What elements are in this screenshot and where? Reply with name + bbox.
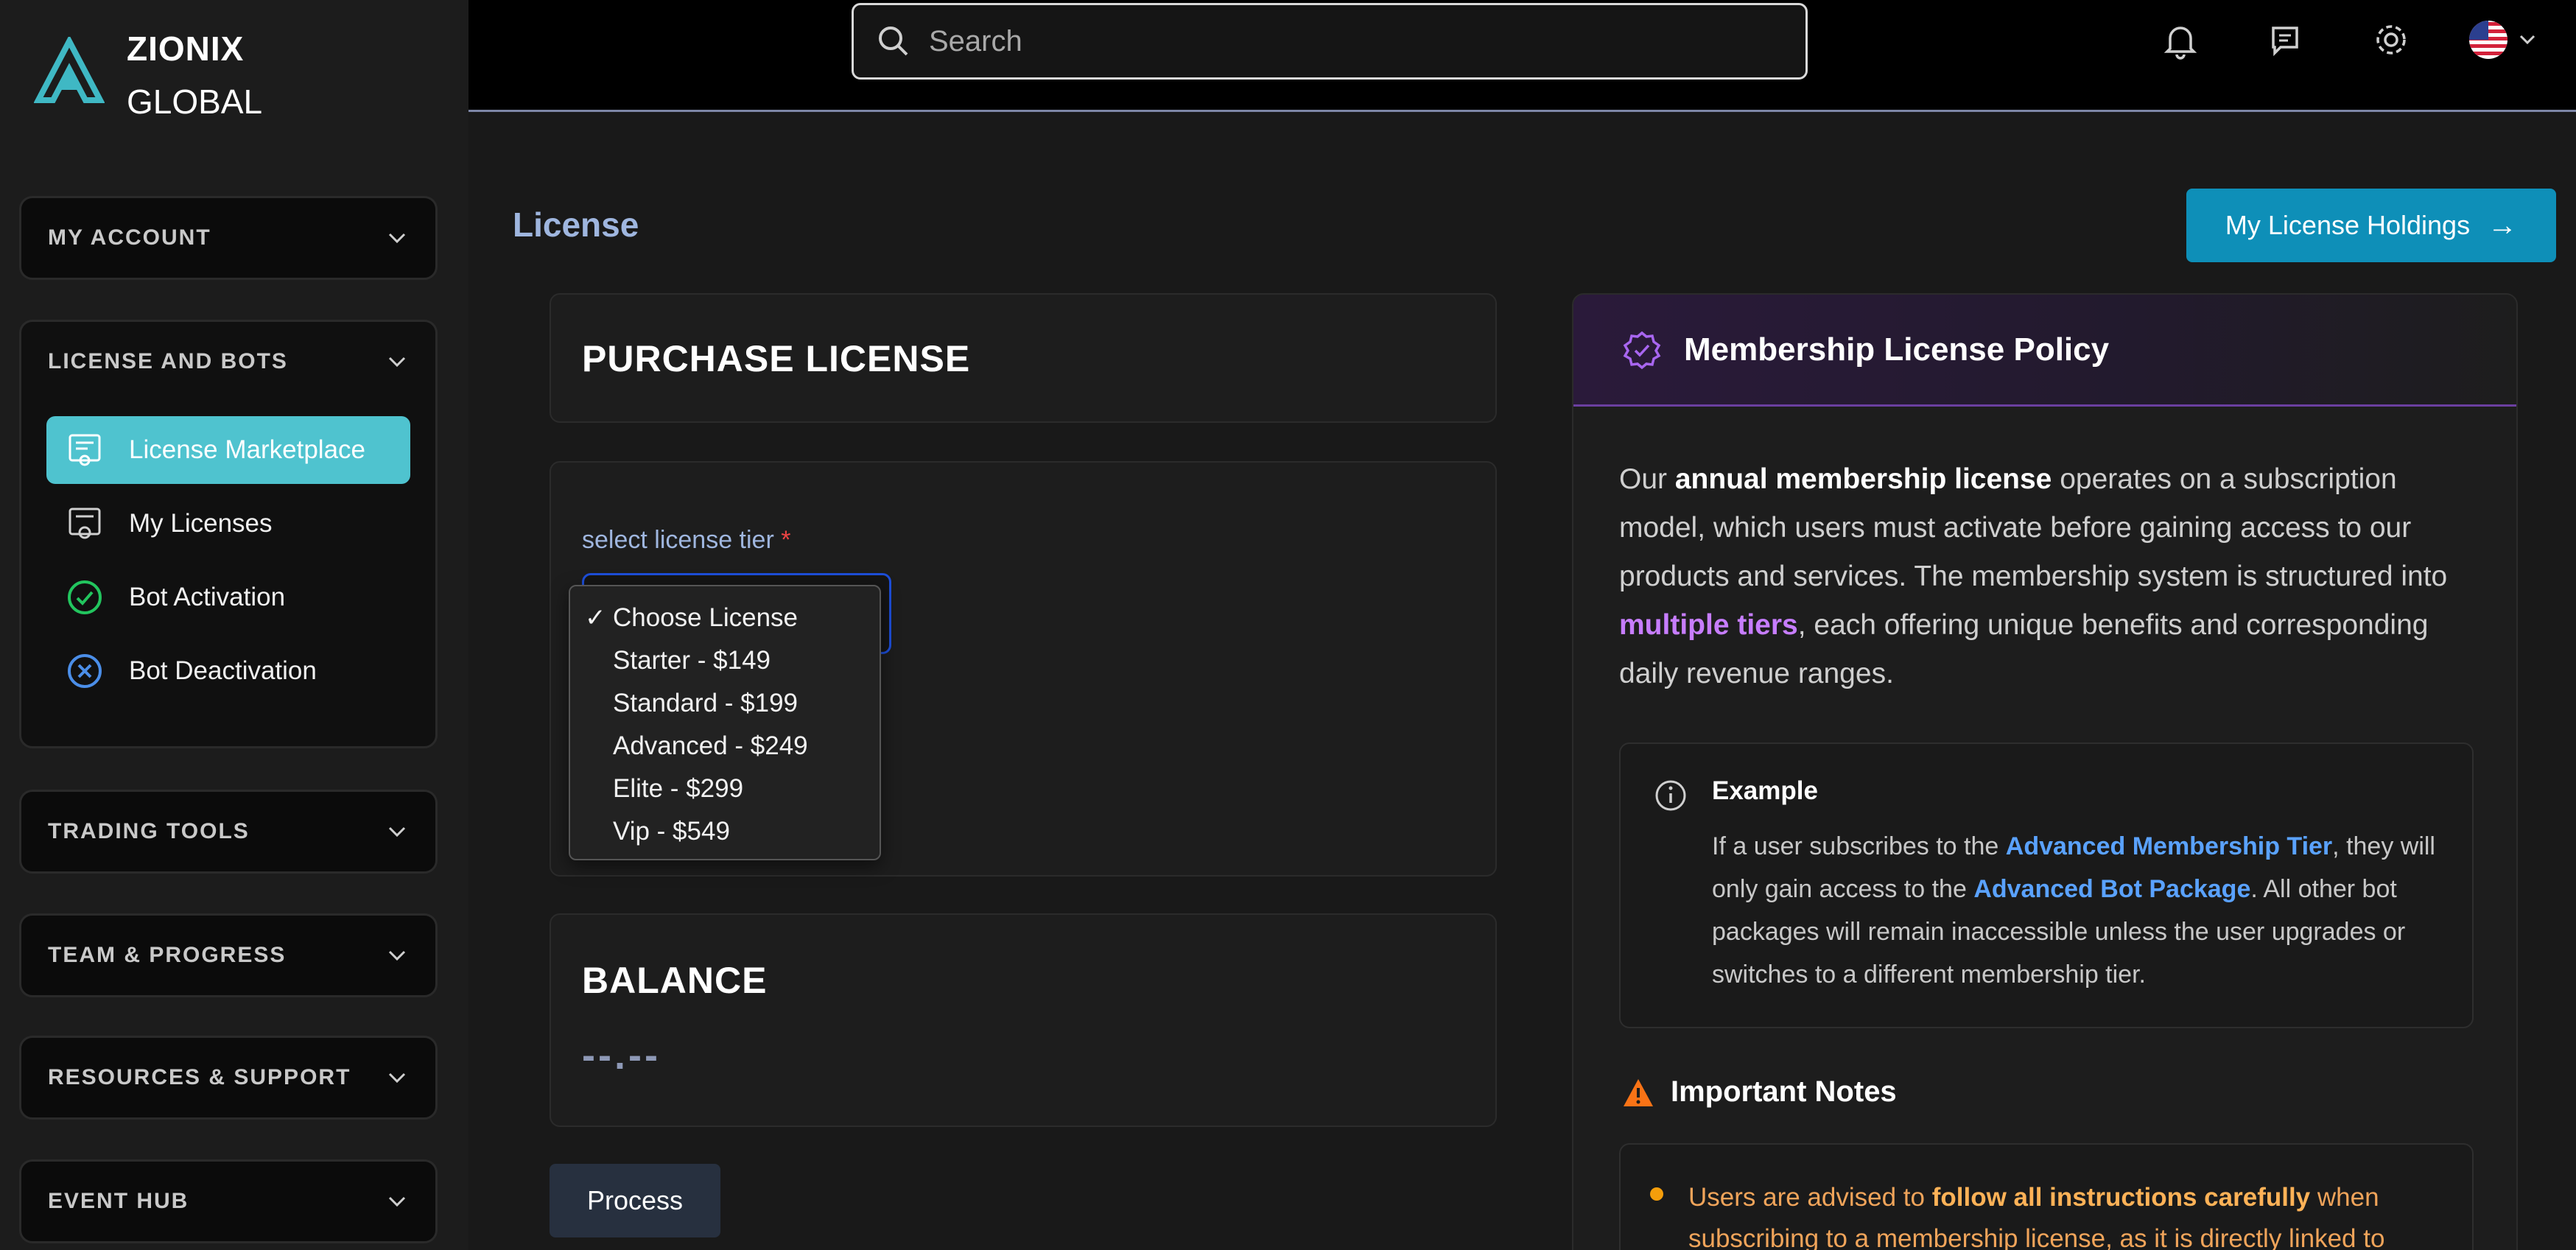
- section-header[interactable]: LICENSE AND BOTS: [21, 322, 435, 401]
- page-title: License: [513, 206, 639, 244]
- check-icon: ✓: [585, 604, 606, 632]
- dropdown-option-standard[interactable]: Standard - $199: [570, 682, 880, 725]
- sidebar-item-license-marketplace[interactable]: License Marketplace: [46, 416, 410, 484]
- sidebar-item-my-licenses[interactable]: My Licenses: [46, 490, 410, 558]
- section-title: RESOURCES & SUPPORT: [48, 1065, 351, 1089]
- chevron-down-icon: [388, 357, 406, 368]
- chevron-down-icon: [388, 1196, 406, 1207]
- note-text: Users are advised to follow all instruct…: [1688, 1183, 2385, 1250]
- sidebar: ZIONIX GLOBAL MY ACCOUNT LICENSE AND BOT…: [0, 0, 468, 1250]
- info-icon: [1655, 780, 1686, 811]
- arrow-right-icon: →: [2488, 208, 2518, 242]
- certificate-icon: [69, 434, 101, 466]
- bell-icon[interactable]: [2160, 19, 2201, 60]
- brand[interactable]: ZIONIX GLOBAL: [34, 22, 262, 128]
- policy-title: Membership License Policy: [1684, 331, 2110, 368]
- sidebar-section-trading-tools[interactable]: TRADING TOOLS: [19, 790, 438, 874]
- policy-header: Membership License Policy: [1573, 295, 2516, 407]
- purchase-license-title: PURCHASE LICENSE: [582, 338, 971, 379]
- purchase-license-card: PURCHASE LICENSE: [550, 293, 1497, 423]
- process-button[interactable]: Process: [550, 1164, 720, 1237]
- logo-icon: [34, 37, 105, 103]
- example-title: Example: [1712, 776, 1818, 805]
- us-flag-icon: [2469, 21, 2507, 59]
- notes-box: Users are advised to follow all instruct…: [1619, 1143, 2474, 1250]
- tier-label: select license tier *: [582, 526, 791, 554]
- section-title: TEAM & PROGRESS: [48, 943, 287, 967]
- dropdown-option-vip[interactable]: Vip - $549: [570, 810, 880, 853]
- search-box[interactable]: [852, 3, 1808, 80]
- search-icon: [879, 27, 908, 56]
- bullet-dot: [1650, 1187, 1663, 1201]
- verified-badge-icon: [1623, 331, 1661, 369]
- license-tier-dropdown: ✓ Choose License Starter - $149 Standard…: [569, 585, 881, 860]
- x-circle-icon: [68, 654, 102, 688]
- chevron-down-icon: [388, 826, 406, 838]
- sidebar-item-label: Bot Activation: [129, 583, 286, 611]
- chevron-down-icon: [388, 950, 406, 961]
- membership-policy-panel: Membership License Policy Our annual mem…: [1572, 293, 2518, 1250]
- check-circle-icon: [68, 580, 102, 614]
- sidebar-item-bot-deactivation[interactable]: Bot Deactivation: [46, 637, 410, 705]
- sidebar-section-event-hub[interactable]: EVENT HUB: [19, 1159, 438, 1243]
- chevron-down-icon: [2519, 35, 2535, 45]
- chat-icon[interactable]: [2264, 19, 2306, 60]
- sidebar-section-team-progress[interactable]: TEAM & PROGRESS: [19, 913, 438, 997]
- example-text: If a user subscribes to the Advanced Mem…: [1712, 832, 2435, 989]
- search-input[interactable]: [929, 24, 1739, 58]
- brand-subname: GLOBAL: [127, 82, 263, 121]
- balance-card: BALANCE --.--: [550, 913, 1497, 1127]
- dropdown-option-choose-license[interactable]: ✓ Choose License: [570, 597, 880, 639]
- chevron-down-icon: [388, 233, 406, 244]
- brand-name: ZIONIX: [127, 29, 245, 68]
- policy-description: Our annual membership license operates o…: [1619, 463, 2448, 689]
- required-mark: *: [781, 526, 791, 554]
- sidebar-section-my-account[interactable]: MY ACCOUNT: [19, 196, 438, 280]
- example-box: Example If a user subscribes to the Adva…: [1619, 742, 2474, 1028]
- sidebar-item-label: Bot Deactivation: [129, 656, 317, 685]
- my-license-holdings-button[interactable]: My License Holdings →: [2186, 189, 2556, 262]
- top-bar: [468, 0, 2576, 112]
- dropdown-option-starter[interactable]: Starter - $149: [570, 639, 880, 682]
- sidebar-item-label: License Marketplace: [129, 435, 365, 464]
- balance-title: BALANCE: [582, 960, 768, 1001]
- section-title: EVENT HUB: [48, 1189, 189, 1213]
- warning-icon: [1624, 1079, 1653, 1106]
- section-title: TRADING TOOLS: [48, 819, 250, 843]
- sidebar-section-resources-support[interactable]: RESOURCES & SUPPORT: [19, 1036, 438, 1120]
- dropdown-option-elite[interactable]: Elite - $299: [570, 768, 880, 810]
- important-notes-title: Important Notes: [1671, 1075, 1897, 1108]
- sidebar-section-license-and-bots: LICENSE AND BOTS License Marketplace My …: [19, 320, 438, 748]
- section-title: MY ACCOUNT: [48, 225, 211, 250]
- button-label: My License Holdings: [2225, 210, 2471, 240]
- sidebar-item-bot-activation[interactable]: Bot Activation: [46, 563, 410, 631]
- chevron-down-icon: [388, 1072, 406, 1084]
- section-title: LICENSE AND BOTS: [48, 349, 288, 373]
- sidebar-item-label: My Licenses: [129, 509, 273, 538]
- badge-icon: [69, 508, 101, 539]
- dropdown-option-advanced[interactable]: Advanced - $249: [570, 725, 880, 768]
- gear-icon[interactable]: [2370, 19, 2412, 60]
- license-tier-card: select license tier * ✓ Choose License S…: [550, 461, 1497, 877]
- language-selector[interactable]: [2468, 19, 2538, 60]
- balance-value: --.--: [582, 1033, 661, 1078]
